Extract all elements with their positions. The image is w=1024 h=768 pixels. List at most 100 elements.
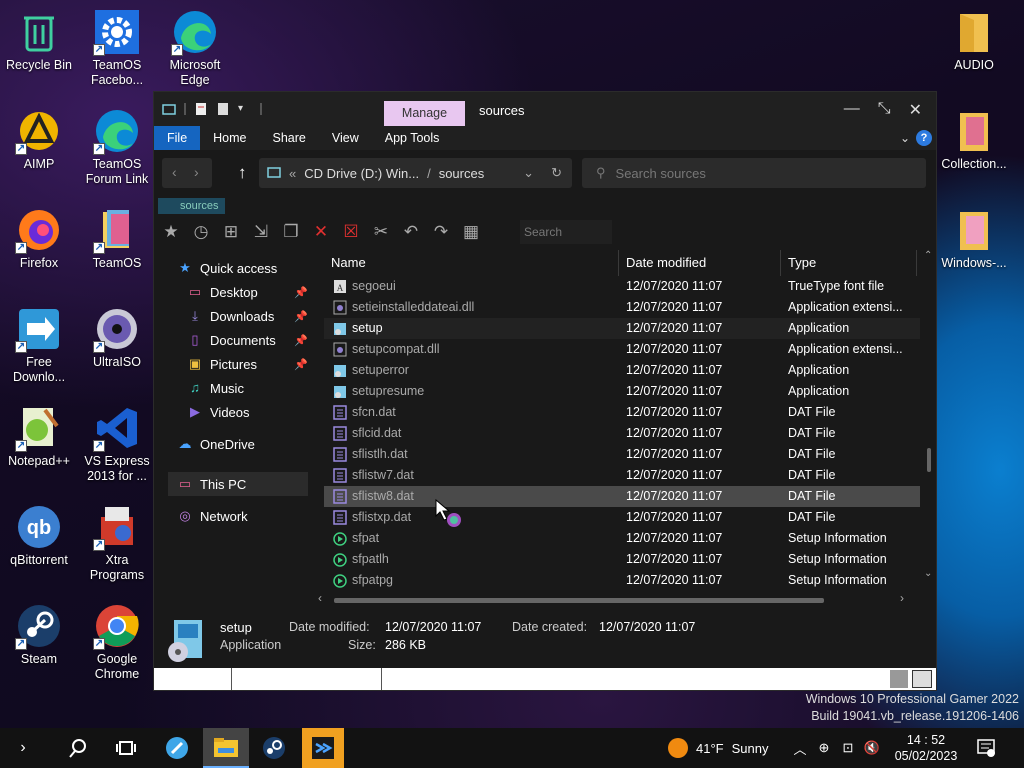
pin-icon[interactable]: 📌 bbox=[294, 286, 308, 299]
new-folder-icon[interactable] bbox=[216, 102, 230, 116]
move-to-icon[interactable]: ⇲ bbox=[248, 219, 274, 245]
desktop-icon-windows-folder[interactable]: Windows-... bbox=[935, 206, 1013, 271]
notification-center-button[interactable] bbox=[974, 728, 998, 768]
tray-icon-1[interactable]: ⊕ bbox=[814, 728, 834, 768]
breadcrumb-overflow[interactable]: « bbox=[289, 166, 296, 181]
desktop-icon-collection[interactable]: Collection... bbox=[935, 107, 1013, 172]
column-divider[interactable] bbox=[618, 250, 619, 276]
clock-icon[interactable]: ◷ bbox=[188, 219, 214, 245]
desktop-icon-vs-express[interactable]: ↗ VS Express 2013 for ... bbox=[78, 404, 156, 484]
desktop-icon-xtra-programs[interactable]: ↗ Xtra Programs bbox=[78, 503, 156, 583]
desktop-icon-notepad-plus-plus[interactable]: ↗ Notepad++ bbox=[0, 404, 78, 469]
manage-tab[interactable]: Manage bbox=[384, 101, 465, 126]
maximize-icon[interactable]: ⤡ bbox=[878, 100, 891, 120]
redo-icon[interactable]: ↷ bbox=[428, 219, 454, 245]
tab-app-tools[interactable]: App Tools bbox=[372, 126, 453, 150]
clock[interactable]: 14 : 52 05/02/2023 bbox=[888, 728, 964, 768]
taskbar-app-file-explorer[interactable] bbox=[203, 728, 249, 768]
taskbar-app-steam[interactable] bbox=[252, 728, 296, 768]
tab-file[interactable]: File bbox=[154, 126, 201, 150]
tab-view[interactable]: View bbox=[319, 126, 372, 150]
pin-icon[interactable]: 📌 bbox=[294, 310, 308, 323]
scroll-thumb[interactable] bbox=[927, 448, 931, 472]
weather-widget[interactable]: 41°F Sunny bbox=[668, 728, 784, 768]
undo-icon[interactable]: ↶ bbox=[398, 219, 424, 245]
breadcrumb-sources[interactable]: sources bbox=[439, 166, 485, 181]
pin-icon[interactable]: 📌 bbox=[294, 334, 308, 347]
start-button[interactable]: › bbox=[8, 728, 38, 768]
table-row[interactable]: sfpat 12/07/2020 11:07 Setup Information bbox=[324, 528, 920, 549]
desktop-icon-steam[interactable]: ↗ Steam bbox=[0, 602, 78, 667]
pin-icon[interactable]: 📌 bbox=[294, 358, 308, 371]
volume-muted-icon[interactable]: 🔇 bbox=[862, 728, 882, 768]
desktop-icon-recycle-bin[interactable]: Recycle Bin bbox=[0, 8, 78, 73]
desktop-icon-aimp[interactable]: ↗ AIMP bbox=[0, 107, 78, 172]
close-icon[interactable]: ✕ bbox=[909, 100, 922, 120]
tray-overflow-button[interactable]: ︿ bbox=[790, 728, 810, 768]
table-row[interactable]: sflistxp.dat 12/07/2020 11:07 DAT File bbox=[324, 507, 920, 528]
table-row[interactable]: setupresume 12/07/2020 11:07 Application bbox=[324, 381, 920, 402]
large-icons-view-icon[interactable] bbox=[912, 670, 932, 688]
customize-arrow-icon[interactable]: ▾ bbox=[238, 102, 252, 116]
desktop-icon-ultraiso[interactable]: ↗ UltraISO bbox=[78, 305, 156, 370]
nav-onedrive[interactable]: ☁ OneDrive bbox=[178, 432, 255, 456]
nav-network[interactable]: ◎ Network bbox=[178, 504, 247, 528]
tab-home[interactable]: Home bbox=[200, 126, 259, 150]
desktop-icon-teamos-facebook[interactable]: ↗ TeamOS Facebo... bbox=[78, 8, 156, 88]
minimize-icon[interactable]: — bbox=[844, 100, 860, 120]
star-icon[interactable]: ★ bbox=[158, 219, 184, 245]
column-header-name[interactable]: Name bbox=[331, 250, 366, 276]
table-row[interactable]: setieinstalleddateai.dll 12/07/2020 11:07… bbox=[324, 297, 920, 318]
table-row[interactable]: sfcn.dat 12/07/2020 11:07 DAT File bbox=[324, 402, 920, 423]
scroll-up-icon[interactable]: ⌃ bbox=[924, 250, 932, 261]
desktop-icon-free-download-manager[interactable]: ↗ Free Downlo... bbox=[0, 305, 78, 385]
scroll-thumb[interactable] bbox=[334, 598, 824, 603]
search-button[interactable] bbox=[62, 728, 94, 768]
copy-to-icon[interactable]: ❐ bbox=[278, 219, 304, 245]
column-divider[interactable] bbox=[780, 250, 781, 276]
search-input[interactable]: ⚲ Search sources bbox=[582, 158, 926, 188]
nav-music[interactable]: ♫ Music bbox=[188, 376, 244, 400]
desktop-icon-teamos[interactable]: ↗ TeamOS bbox=[78, 206, 156, 271]
table-row[interactable]: sflcid.dat 12/07/2020 11:07 DAT File bbox=[324, 423, 920, 444]
scroll-down-icon[interactable]: ⌄ bbox=[924, 568, 932, 579]
desktop-icon-microsoft-edge[interactable]: ↗ Microsoft Edge bbox=[156, 8, 234, 88]
desktop-icon-google-chrome[interactable]: ↗ Google Chrome bbox=[78, 602, 156, 682]
table-row[interactable]: sflistlh.dat 12/07/2020 11:07 DAT File bbox=[324, 444, 920, 465]
location-crumb[interactable]: sources bbox=[158, 198, 225, 214]
nav-downloads[interactable]: ⤓ Downloads bbox=[188, 304, 274, 328]
windows-icon[interactable]: ⊞ bbox=[218, 219, 244, 245]
table-row[interactable]: sfpatlh 12/07/2020 11:07 Setup Information bbox=[324, 549, 920, 570]
nav-pictures[interactable]: ▣ Pictures bbox=[188, 352, 257, 376]
table-row[interactable]: sflistw7.dat 12/07/2020 11:07 DAT File bbox=[324, 465, 920, 486]
table-row[interactable]: sfpatpg 12/07/2020 11:07 Setup Information bbox=[324, 570, 920, 591]
back-forward-buttons[interactable]: ‹ › bbox=[162, 158, 212, 188]
column-divider[interactable] bbox=[916, 250, 917, 276]
cut-icon[interactable]: ✂ bbox=[368, 219, 394, 245]
details-view-icon[interactable] bbox=[890, 670, 908, 688]
up-arrow-icon[interactable]: ↑ bbox=[238, 163, 247, 183]
nav-thispc[interactable]: ▭ This PC bbox=[178, 472, 246, 496]
table-row[interactable]: setuperror 12/07/2020 11:07 Application bbox=[324, 360, 920, 381]
refresh-icon[interactable]: ↻ bbox=[551, 165, 562, 181]
taskbar-app-browser[interactable] bbox=[157, 728, 197, 768]
nav-quick-access[interactable]: ★ Quick access bbox=[178, 256, 277, 280]
nav-documents[interactable]: ▯ Documents bbox=[188, 328, 275, 352]
address-bar[interactable]: « CD Drive (D:) Win... / sources ⌄ ↻ bbox=[259, 158, 572, 188]
table-row[interactable]: setupcompat.dll 12/07/2020 11:07 Applicati… bbox=[324, 339, 920, 360]
nav-desktop[interactable]: ▭ Desktop bbox=[188, 280, 258, 304]
forward-arrow-icon[interactable]: › bbox=[194, 164, 199, 180]
horizontal-scrollbar[interactable]: ‹ › bbox=[318, 591, 918, 605]
help-icon[interactable]: ? bbox=[916, 130, 932, 146]
table-row[interactable]: sflistw8.dat 12/07/2020 11:07 DAT File bbox=[324, 486, 920, 507]
table-row[interactable]: Asegoeui 12/07/2020 11:07 TrueType font fi… bbox=[324, 276, 920, 297]
chevron-down-icon[interactable]: ⌄ bbox=[900, 131, 910, 145]
network-icon[interactable]: ⊡ bbox=[838, 728, 858, 768]
desktop-icon-firefox[interactable]: ↗ Firefox bbox=[0, 206, 78, 271]
back-arrow-icon[interactable]: ‹ bbox=[172, 164, 177, 180]
delete-permanently-icon[interactable]: ☒ bbox=[338, 219, 364, 245]
desktop-icon-teamos-forum[interactable]: ↗ TeamOS Forum Link bbox=[78, 107, 156, 187]
delete-icon[interactable]: ✕ bbox=[308, 219, 334, 245]
scroll-left-icon[interactable]: ‹ bbox=[318, 591, 322, 605]
chevron-down-icon[interactable]: ⌄ bbox=[523, 165, 534, 181]
